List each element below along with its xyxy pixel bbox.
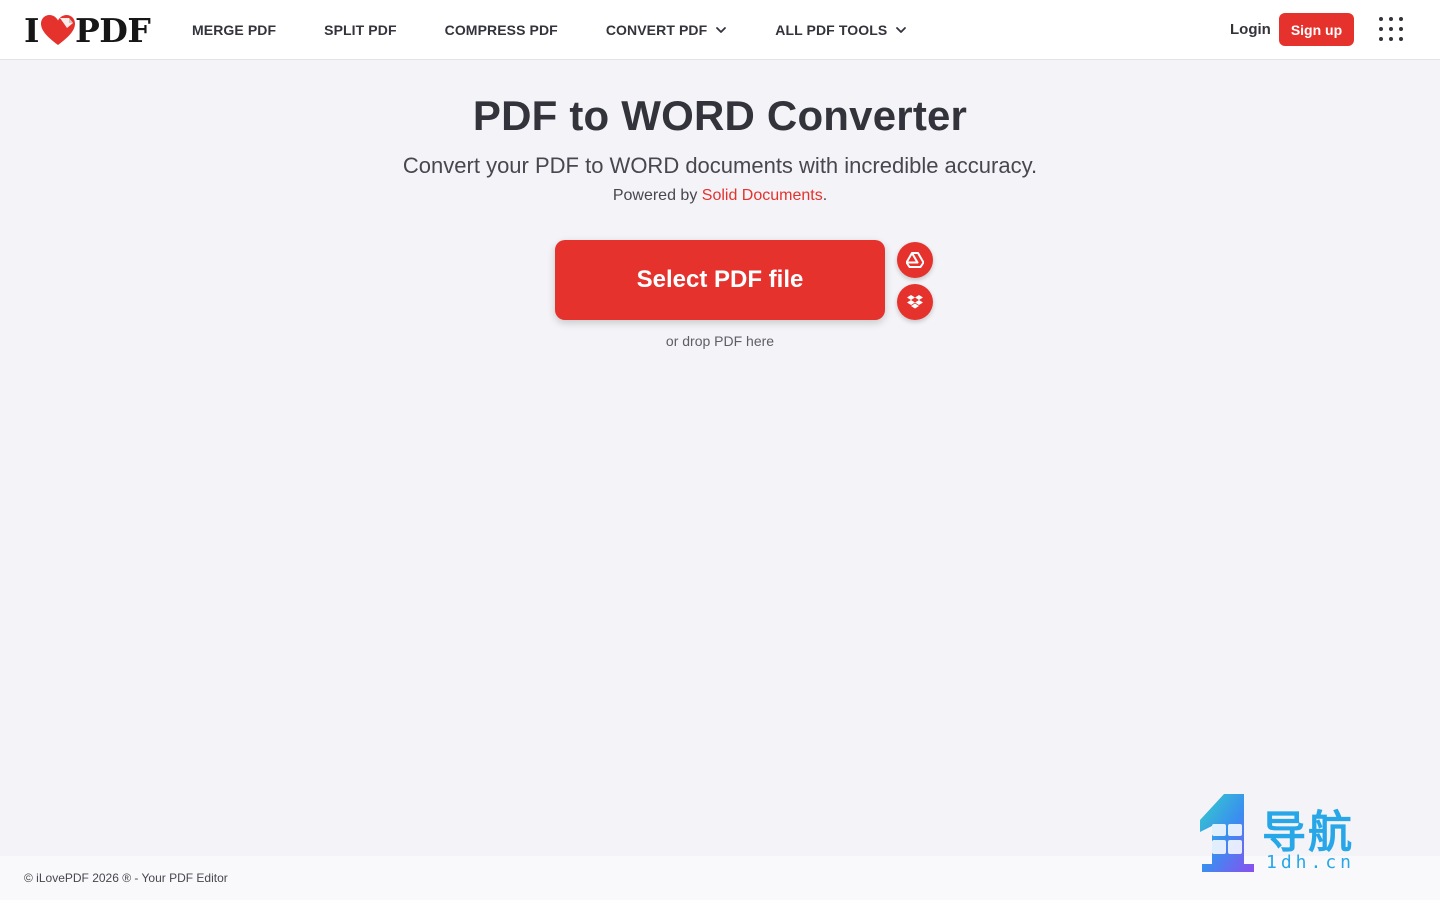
top-header: I PDF MERGE PDF SPLIT PDF COMPRESS PDF C… bbox=[0, 0, 1440, 60]
footer-copyright: © iLovePDF 2026 ® - Your PDF Editor bbox=[24, 871, 228, 885]
powered-by-prefix: Powered by bbox=[612, 187, 702, 204]
nav-label: CONVERT PDF bbox=[605, 22, 708, 38]
nav-convert-pdf[interactable]: CONVERT PDF bbox=[582, 22, 751, 38]
nav-label: COMPRESS PDF bbox=[444, 22, 558, 38]
dropbox-icon bbox=[907, 294, 923, 308]
watermark-text-cn: 导航 bbox=[1262, 807, 1354, 858]
watermark-logo-icon bbox=[1200, 794, 1254, 872]
nav-merge-pdf[interactable]: MERGE PDF bbox=[168, 22, 300, 38]
ilovepdf-logo[interactable]: I PDF bbox=[24, 11, 151, 50]
page-title: PDF to WORD Converter bbox=[472, 92, 968, 139]
nav-compress-pdf[interactable]: COMPRESS PDF bbox=[421, 22, 582, 38]
powered-by-suffix: . bbox=[822, 187, 828, 204]
chevron-down-icon bbox=[896, 27, 907, 33]
select-pdf-file-button[interactable]: Select PDF file bbox=[555, 240, 885, 320]
signup-button[interactable]: Sign up bbox=[1279, 13, 1354, 46]
chevron-down-icon bbox=[716, 27, 727, 33]
google-drive-button[interactable] bbox=[897, 242, 933, 278]
google-drive-icon bbox=[906, 252, 924, 268]
solid-documents-link[interactable]: Solid Documents bbox=[702, 187, 823, 204]
nav-label: SPLIT PDF bbox=[324, 22, 397, 38]
heart-icon bbox=[40, 15, 75, 45]
grid-dots-icon[interactable] bbox=[1378, 16, 1406, 44]
login-link[interactable]: Login bbox=[1230, 21, 1271, 38]
logo-text-i: I bbox=[24, 10, 39, 50]
site-watermark: 导航 1dh.cn bbox=[1196, 792, 1376, 874]
nav-all-pdf-tools[interactable]: ALL PDF TOOLS bbox=[751, 22, 931, 38]
logo-text-pdf: PDF bbox=[74, 10, 151, 50]
nav-split-pdf[interactable]: SPLIT PDF bbox=[300, 22, 420, 38]
watermark-text-en: 1dh.cn bbox=[1266, 852, 1356, 873]
nav-label: MERGE PDF bbox=[192, 22, 277, 38]
nav-label: ALL PDF TOOLS bbox=[775, 22, 888, 38]
page-subtitle: Convert your PDF to WORD documents with … bbox=[402, 153, 1038, 178]
main-nav: MERGE PDF SPLIT PDF COMPRESS PDF CONVERT… bbox=[168, 0, 931, 60]
dropbox-button[interactable] bbox=[897, 284, 933, 320]
drop-hint-text: or drop PDF here bbox=[665, 333, 775, 349]
powered-by-line: Powered by Solid Documents. bbox=[0, 187, 1440, 205]
